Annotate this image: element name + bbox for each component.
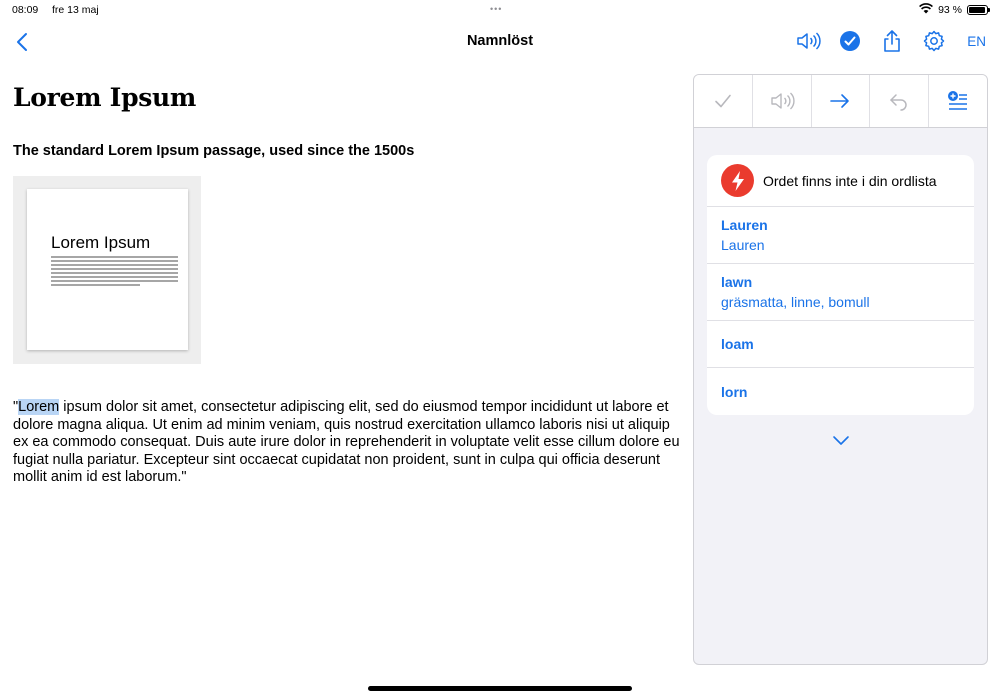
document-area[interactable]: Lorem Ipsum The standard Lorem Ipsum pas… [13, 62, 685, 487]
battery-level [969, 7, 985, 13]
suggestion-word: lawn [721, 274, 753, 290]
doc-body-paragraph[interactable]: "Lorem ipsum dolor sit amet, consectetur… [13, 399, 685, 487]
status-time: 08:09 [12, 4, 39, 16]
checkmark-icon [715, 94, 731, 108]
accept-button[interactable] [694, 75, 753, 127]
thumbnail-page: Lorem Ipsum [27, 189, 188, 350]
status-right: 93 % [919, 3, 990, 17]
suggestion-item[interactable]: lorn [707, 368, 974, 415]
body-text: ipsum dolor sit amet, consectetur adipis… [13, 399, 680, 485]
add-to-list-icon [948, 91, 968, 110]
suggestion-item[interactable]: loam [707, 321, 974, 368]
nav-actions: EN [795, 28, 986, 54]
undo-button[interactable] [870, 75, 930, 127]
wifi-icon [919, 3, 934, 17]
next-word-button[interactable] [812, 75, 871, 127]
show-more-button[interactable] [830, 429, 852, 451]
document-image[interactable]: Lorem Ipsum [13, 176, 201, 364]
chevron-down-icon [833, 436, 849, 445]
back-button[interactable] [12, 30, 34, 54]
lightning-bolt-icon [731, 170, 744, 191]
doc-heading: Lorem Ipsum [13, 83, 197, 112]
read-aloud-button[interactable] [795, 28, 821, 54]
undo-icon [890, 94, 907, 111]
suggestion-word: lorn [721, 383, 748, 400]
speak-word-button[interactable] [753, 75, 812, 127]
multitasking-dots[interactable]: ••• [490, 4, 502, 14]
suggestions-card: Ordet finns inte i din ordlista Lauren L… [707, 155, 974, 415]
speaker-icon [770, 92, 795, 110]
card-header: Ordet finns inte i din ordlista [707, 155, 974, 207]
add-to-dictionary-button[interactable] [929, 75, 987, 127]
panel-toolbar [694, 75, 987, 128]
not-in-dictionary-text: Ordet finns inte i din ordlista [763, 172, 937, 189]
arrow-right-icon [830, 94, 850, 108]
suggestion-item[interactable]: lawn gräsmatta, linne, bomull [707, 264, 974, 321]
suggestion-translation: gräsmatta, linne, bomull [721, 294, 870, 310]
home-indicator[interactable] [368, 686, 632, 691]
battery-icon [967, 5, 990, 15]
thumbnail-text-lines [51, 256, 178, 286]
settings-button[interactable] [921, 28, 947, 54]
share-button[interactable] [879, 28, 905, 54]
share-icon [884, 30, 901, 52]
battery-percent: 93 % [938, 4, 962, 16]
highlighted-word[interactable]: Lorem [18, 399, 60, 415]
status-bar: 08:09 fre 13 maj ••• 93 % [0, 0, 1000, 22]
nav-bar: Namnlöst EN [0, 22, 1000, 62]
suggestion-translation: Lauren [721, 237, 765, 253]
status-date: fre 13 maj [52, 4, 99, 16]
warning-icon [721, 164, 754, 197]
suggestion-word: loam [721, 336, 754, 352]
suggestion-item[interactable]: Lauren Lauren [707, 207, 974, 264]
suggestion-word: Lauren [721, 217, 768, 233]
spellcheck-button[interactable] [837, 28, 863, 54]
thumbnail-title: Lorem Ipsum [51, 233, 151, 252]
checkmark-circle-icon [840, 31, 861, 51]
language-button[interactable]: EN [967, 34, 986, 49]
doc-subtitle: The standard Lorem Ipsum passage, used s… [13, 143, 415, 159]
spellcheck-panel: Ordet finns inte i din ordlista Lauren L… [693, 74, 988, 665]
speaker-icon [797, 32, 821, 50]
chevron-left-icon [17, 33, 27, 51]
gear-icon [923, 30, 945, 52]
